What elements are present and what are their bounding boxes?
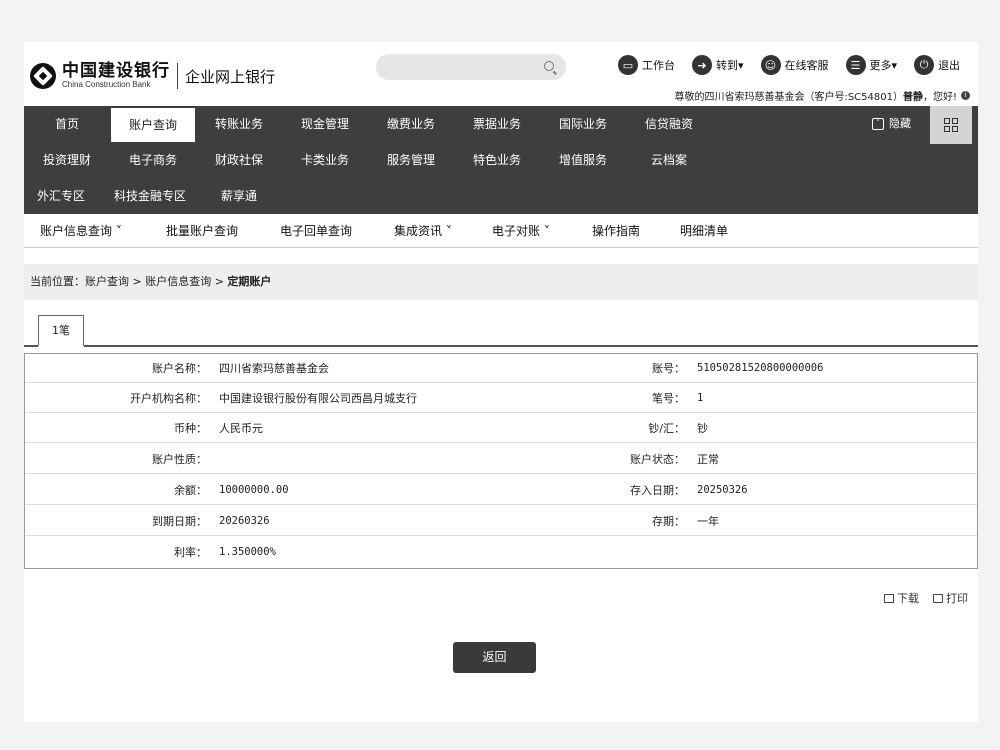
sub-nav: 账户信息查询 ˅ 批量账户查询 电子回单查询 集成资讯 ˅ 电子对账 ˅ 操作指… bbox=[24, 214, 978, 248]
subnav-account-info[interactable]: 账户信息查询 ˅ bbox=[40, 214, 122, 248]
branch-value: 中国建设银行股份有限公司西昌月城支行 bbox=[219, 392, 417, 405]
subnav-detail-list[interactable]: 明细清单 bbox=[680, 214, 728, 248]
cash-value: 钞 bbox=[697, 422, 708, 435]
nav-row-2: 投资理财 电子商务 财政社保 卡类业务 服务管理 特色业务 增值服务 云档案 bbox=[24, 142, 712, 178]
nav-item-service-management[interactable]: 服务管理 bbox=[368, 142, 454, 178]
download-button[interactable]: 下载 bbox=[884, 590, 919, 606]
subnav-batch-query[interactable]: 批量账户查询 bbox=[166, 214, 238, 248]
subnav-e-receipt[interactable]: 电子回单查询 bbox=[280, 214, 352, 248]
nav-item-salary[interactable]: 薪享通 bbox=[202, 178, 276, 214]
download-icon bbox=[884, 593, 894, 603]
nav-item-featured[interactable]: 特色业务 bbox=[454, 142, 540, 178]
term-value: 一年 bbox=[697, 515, 719, 528]
currency-value: 人民币元 bbox=[219, 422, 263, 435]
deposit-date-value: 20250326 bbox=[697, 484, 748, 496]
site-subtitle: 企业网上银行 bbox=[185, 67, 276, 86]
bank-name-cn: 中国建设银行 bbox=[62, 61, 170, 81]
nav-item-account-query[interactable]: 账户查询 bbox=[111, 108, 195, 142]
seq-value: 1 bbox=[697, 392, 704, 404]
page-actions: 下载 打印 bbox=[870, 590, 968, 606]
page: 中国建设银行 China Construction Bank 企业网上银行 ▭ … bbox=[24, 42, 978, 722]
nav-item-credit[interactable]: 信贷融资 bbox=[626, 106, 712, 142]
online-service-button[interactable]: ☺ 在线客服 bbox=[760, 54, 829, 76]
nav-item-cards[interactable]: 卡类业务 bbox=[282, 142, 368, 178]
nav-item-investment[interactable]: 投资理财 bbox=[24, 142, 110, 178]
nav-item-forex[interactable]: 外汇专区 bbox=[24, 178, 98, 214]
nav-item-value-added[interactable]: 增值服务 bbox=[540, 142, 626, 178]
maturity-date-value: 20260326 bbox=[219, 515, 270, 527]
more-icon: ☰ bbox=[845, 55, 866, 75]
back-button[interactable]: 返回 bbox=[453, 642, 536, 673]
hide-nav-button[interactable]: ˅ 隐藏 bbox=[872, 106, 911, 142]
detail-row: 到期日期： 20260326 存期： 一年 bbox=[25, 507, 977, 536]
monitor-icon: ▭ bbox=[618, 55, 638, 75]
tab-bar: 1笔 bbox=[24, 315, 978, 347]
subnav-guide[interactable]: 操作指南 bbox=[592, 214, 640, 248]
nav-item-cloud-archive[interactable]: 云档案 bbox=[626, 142, 712, 178]
transfer-icon: ➜ bbox=[692, 55, 712, 75]
main-nav: 首页 账户查询 转账业务 现金管理 缴费业务 票据业务 国际业务 信贷融资 ˅ … bbox=[24, 106, 978, 214]
power-icon: ⏻ bbox=[914, 55, 935, 75]
header-toolbar: ▭ 工作台 ➜ 转到▾ ☺ 在线客服 ☰ 更多▾ ⏻ 退出 bbox=[618, 54, 977, 76]
interest-rate-value: 1.350000% bbox=[219, 546, 276, 558]
nav-row-3: 外汇专区 科技金融专区 薪享通 bbox=[24, 178, 276, 214]
goto-button[interactable]: ➜ 转到▾ bbox=[692, 54, 744, 76]
more-button[interactable]: ☰ 更多▾ bbox=[845, 54, 897, 76]
info-icon[interactable]: i bbox=[961, 91, 970, 100]
detail-row: 利率： 1.350000% bbox=[25, 538, 977, 567]
app-grid-button[interactable] bbox=[930, 106, 972, 144]
nav-item-transfer[interactable]: 转账业务 bbox=[196, 106, 282, 142]
nav-item-payment[interactable]: 缴费业务 bbox=[368, 106, 454, 142]
status-value: 正常 bbox=[697, 453, 719, 466]
detail-row: 账户名称： 四川省索玛慈善基金会 账号： 5105028152080000000… bbox=[25, 354, 977, 383]
detail-row: 币种： 人民币元 钞/汇： 钞 bbox=[25, 414, 977, 443]
greeting: 尊敬的四川省索玛慈善基金会（客户号:SC54801） 普静 ，您好! i bbox=[674, 88, 970, 103]
account-detail-table: 账户名称： 四川省索玛慈善基金会 账号： 5105028152080000000… bbox=[24, 353, 978, 569]
tab-record-1[interactable]: 1笔 bbox=[38, 315, 84, 347]
nav-item-international[interactable]: 国际业务 bbox=[540, 106, 626, 142]
nav-row-1: 首页 账户查询 转账业务 现金管理 缴费业务 票据业务 国际业务 信贷融资 bbox=[24, 106, 712, 142]
collapse-icon: ˅ bbox=[872, 118, 884, 130]
printer-icon bbox=[933, 593, 943, 603]
header: 中国建设银行 China Construction Bank 企业网上银行 ▭ … bbox=[24, 42, 978, 106]
bank-name-en: China Construction Bank bbox=[62, 80, 151, 89]
bank-logo[interactable]: 中国建设银行 China Construction Bank 企业网上银行 bbox=[30, 62, 275, 90]
detail-row: 开户机构名称： 中国建设银行股份有限公司西昌月城支行 笔号： 1 bbox=[25, 384, 977, 413]
nav-item-cash-management[interactable]: 现金管理 bbox=[282, 106, 368, 142]
search-input[interactable] bbox=[376, 54, 566, 80]
balance-value: 10000000.00 bbox=[219, 484, 289, 496]
workbench-button[interactable]: ▭ 工作台 bbox=[618, 54, 675, 76]
detail-row: 账户性质： 账户状态： 正常 bbox=[25, 445, 977, 474]
logout-button[interactable]: ⏻ 退出 bbox=[914, 54, 960, 76]
nav-item-tech-finance[interactable]: 科技金融专区 bbox=[98, 178, 202, 214]
print-button[interactable]: 打印 bbox=[933, 590, 968, 606]
breadcrumb: 当前位置：账户查询 > 账户信息查询 > 定期账户 bbox=[24, 264, 978, 300]
breadcrumb-current: 定期账户 bbox=[227, 275, 272, 288]
grid-icon bbox=[944, 118, 958, 132]
account-number-value: 51050281520800000006 bbox=[697, 362, 824, 374]
subnav-e-reconciliation[interactable]: 电子对账 ˅ bbox=[492, 214, 550, 248]
nav-item-ecommerce[interactable]: 电子商务 bbox=[110, 142, 196, 178]
subnav-integrated-info[interactable]: 集成资讯 ˅ bbox=[394, 214, 452, 248]
customer-service-icon: ☺ bbox=[760, 55, 781, 75]
account-name-value: 四川省索玛慈善基金会 bbox=[219, 362, 329, 375]
ccb-logo-icon bbox=[30, 63, 56, 89]
nav-item-finance-social[interactable]: 财政社保 bbox=[196, 142, 282, 178]
nav-item-bills[interactable]: 票据业务 bbox=[454, 106, 540, 142]
search-icon[interactable] bbox=[544, 61, 554, 71]
nav-item-home[interactable]: 首页 bbox=[24, 106, 110, 142]
logo-divider bbox=[177, 63, 178, 89]
detail-row: 余额： 10000000.00 存入日期： 20250326 bbox=[25, 476, 977, 505]
